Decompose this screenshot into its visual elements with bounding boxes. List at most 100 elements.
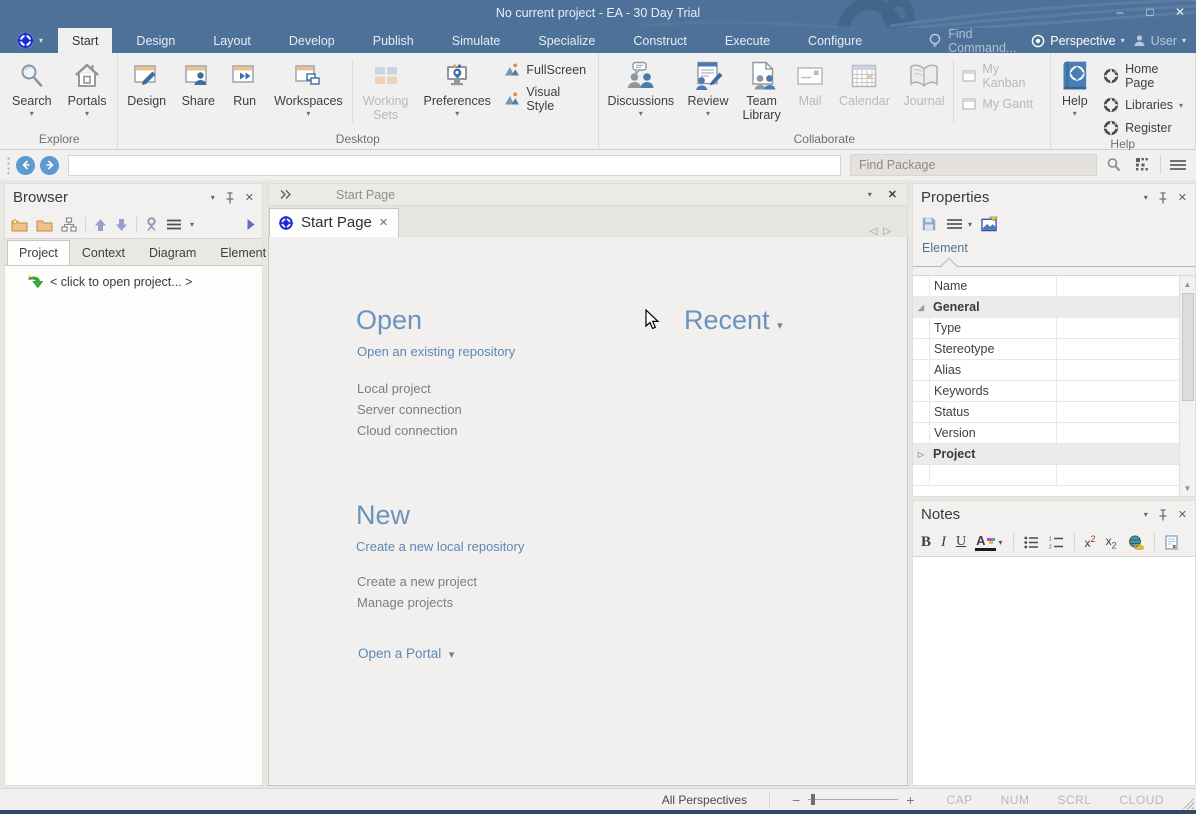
ribbon-tab-publish[interactable]: Publish (359, 28, 428, 53)
ribbon-tab-configure[interactable]: Configure (794, 28, 876, 53)
property-row-general[interactable]: ◢General (913, 297, 1179, 318)
image-icon[interactable] (981, 216, 998, 232)
expanded-marker-icon[interactable]: ◢ (913, 303, 929, 312)
ribbon-tab-simulate[interactable]: Simulate (438, 28, 515, 53)
scrollbar[interactable]: ▲ ▼ (1179, 276, 1195, 496)
pin-icon[interactable] (1158, 509, 1168, 521)
start-page-tab[interactable]: Start Page ✕ (269, 208, 399, 237)
ribbon-tab-design[interactable]: Design (122, 28, 189, 53)
perspective-menu[interactable]: Perspective ▾ (1031, 34, 1124, 48)
property-value[interactable] (1057, 276, 1179, 296)
create-new-project-link[interactable]: Create a new project (357, 571, 477, 592)
ribbon-tab-construct[interactable]: Construct (619, 28, 701, 53)
pin-icon[interactable] (1158, 192, 1168, 204)
menu-lines-icon[interactable] (1166, 154, 1190, 176)
ribbon-tab-develop[interactable]: Develop (275, 28, 349, 53)
back-button[interactable] (16, 156, 35, 175)
numbered-list-icon[interactable]: 12 (1049, 536, 1064, 549)
superscript-button[interactable]: x2 (1085, 534, 1096, 550)
perspectives-status[interactable]: All Perspectives (662, 793, 747, 807)
minimize-button[interactable]: – (1112, 5, 1128, 19)
frame-menu-caret-icon[interactable]: ▾ (868, 190, 872, 199)
ribbon-discussions-button[interactable]: Discussions▾ (601, 55, 680, 131)
ribbon-run-button[interactable]: Run (223, 55, 267, 131)
bullet-list-icon[interactable] (1024, 536, 1039, 549)
zoom-slider[interactable] (808, 799, 898, 800)
pin-icon[interactable] (225, 192, 235, 204)
open-portal-link[interactable]: Open a Portal ▾ (358, 646, 454, 661)
property-value[interactable] (1057, 339, 1179, 359)
open-project-hint[interactable]: < click to open project... > (27, 274, 262, 289)
property-value[interactable] (1057, 297, 1179, 317)
browser-tab-context[interactable]: Context (70, 240, 137, 265)
italic-button[interactable]: I (941, 534, 946, 551)
find-package-search-icon[interactable] (1102, 154, 1126, 176)
open-folder-icon[interactable] (36, 218, 53, 232)
document-icon[interactable] (1165, 535, 1178, 550)
property-value[interactable] (1057, 318, 1179, 338)
browser-tab-project[interactable]: Project (7, 240, 70, 265)
toolbar-grip[interactable] (6, 156, 11, 174)
frame-close-icon[interactable]: ✕ (888, 188, 897, 201)
underline-button[interactable]: U (956, 534, 966, 550)
chevrons-icon[interactable] (279, 189, 292, 200)
ribbon-team-library-button[interactable]: Team Library (735, 55, 787, 131)
property-row-stereotype[interactable]: Stereotype (913, 339, 1179, 360)
user-menu[interactable]: User ▾ (1133, 34, 1186, 48)
property-value[interactable] (1057, 402, 1179, 422)
ribbon-tab-layout[interactable]: Layout (199, 28, 265, 53)
property-value[interactable] (1057, 444, 1179, 464)
ribbon-tab-execute[interactable]: Execute (711, 28, 784, 53)
scroll-up-icon[interactable]: ▲ (1180, 276, 1195, 292)
recent-heading[interactable]: Recent ▾ (684, 305, 783, 336)
zoom-in-button[interactable]: + (906, 792, 914, 808)
layout-grid-icon[interactable] (1131, 154, 1155, 176)
ribbon-share-button[interactable]: Share (174, 55, 223, 131)
property-value[interactable] (1057, 360, 1179, 380)
ribbon-search-button[interactable]: Search▾ (4, 55, 60, 131)
property-row-empty[interactable] (913, 465, 1179, 486)
property-row-keywords[interactable]: Keywords (913, 381, 1179, 402)
ribbon-help-button[interactable]: Help▾ (1053, 55, 1098, 136)
maximize-button[interactable]: □ (1142, 5, 1158, 19)
ribbon-review-button[interactable]: Review▾ (681, 55, 736, 131)
track-icon[interactable] (145, 217, 158, 232)
ribbon-portals-button[interactable]: Portals▾ (60, 55, 115, 131)
properties-element-tab[interactable]: Element (913, 237, 1195, 275)
ribbon-home-page-button[interactable]: Home Page (1103, 62, 1187, 90)
subscript-button[interactable]: x2 (1106, 534, 1117, 550)
ribbon-design-button[interactable]: Design (120, 55, 174, 131)
ribbon-preferences-button[interactable]: Preferences▾ (416, 55, 498, 131)
notes-editor[interactable] (913, 556, 1195, 785)
chevron-down-icon[interactable]: ▾ (968, 220, 972, 229)
tab-close-icon[interactable]: ✕ (379, 216, 388, 229)
app-logo-button[interactable]: ▾ (0, 28, 53, 53)
cloud-connection-link[interactable]: Cloud connection (357, 420, 457, 441)
panel-menu-caret-icon[interactable]: ▾ (211, 193, 215, 202)
property-value[interactable] (1057, 465, 1179, 485)
close-icon[interactable]: ✕ (245, 191, 254, 204)
open-existing-repository-link[interactable]: Open an existing repository (357, 344, 515, 359)
browser-tab-diagram[interactable]: Diagram (137, 240, 208, 265)
hierarchy-icon[interactable] (61, 217, 77, 232)
property-value[interactable] (1057, 423, 1179, 443)
move-up-icon[interactable] (94, 218, 107, 232)
property-row-type[interactable]: Type (913, 318, 1179, 339)
find-package-input[interactable]: Find Package (850, 154, 1097, 176)
resize-grip[interactable] (1180, 795, 1194, 809)
zoom-slider-thumb[interactable] (811, 794, 815, 805)
server-connection-link[interactable]: Server connection (357, 399, 462, 420)
local-project-link[interactable]: Local project (357, 378, 431, 399)
find-command-box[interactable]: Find Command... (929, 28, 1031, 53)
address-bar-input[interactable] (68, 155, 841, 176)
collapsed-marker-icon[interactable]: ▷ (913, 450, 929, 459)
forward-button[interactable] (40, 156, 59, 175)
tab-scroll-arrows[interactable]: ◁▷ (870, 226, 907, 237)
zoom-out-button[interactable]: − (792, 792, 800, 808)
ribbon-tab-specialize[interactable]: Specialize (524, 28, 609, 53)
ribbon-tab-start[interactable]: Start (58, 28, 112, 53)
close-button[interactable]: ✕ (1172, 5, 1188, 19)
close-icon[interactable]: ✕ (1178, 191, 1187, 204)
property-row-version[interactable]: Version (913, 423, 1179, 444)
property-row-status[interactable]: Status (913, 402, 1179, 423)
